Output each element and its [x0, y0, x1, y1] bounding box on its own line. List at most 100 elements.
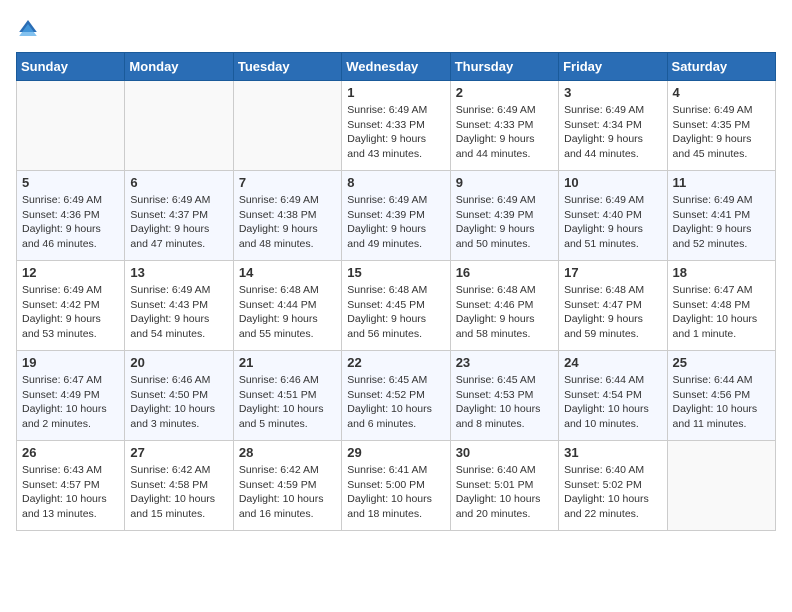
day-info: Sunrise: 6:42 AM Sunset: 4:58 PM Dayligh… — [130, 463, 227, 522]
calendar-cell: 31Sunrise: 6:40 AM Sunset: 5:02 PM Dayli… — [559, 441, 667, 531]
week-row-4: 19 Sunrise: 6:47 AM Sunset: 4:49 PM Dayli… — [17, 351, 776, 441]
day-info: Sunrise: 6:46 AM Sunset: 4:50 PM Dayligh… — [130, 373, 227, 432]
day-number: 15 — [347, 265, 444, 280]
day-info: Sunrise: 6:49 AM Sunset: 4:43 PM Dayligh… — [130, 283, 227, 342]
calendar-cell: 13Sunrise: 6:49 AM Sunset: 4:43 PM Dayli… — [125, 261, 233, 351]
calendar-cell: 21 Sunrise: 6:46 AM Sunset: 4:51 PM Dayli… — [233, 351, 341, 441]
calendar-cell: 27Sunrise: 6:42 AM Sunset: 4:58 PM Dayli… — [125, 441, 233, 531]
day-info: Sunrise: 6:49 AM Sunset: 4:33 PM Dayligh… — [456, 103, 553, 162]
page-header — [16, 16, 776, 40]
calendar-cell: 6 Sunrise: 6:49 AM Sunset: 4:37 PM Daylig… — [125, 171, 233, 261]
day-number: 12 — [22, 265, 119, 280]
calendar-cell: 14 Sunrise: 6:48 AM Sunset: 4:44 PM Dayli… — [233, 261, 341, 351]
calendar-cell — [17, 81, 125, 171]
day-number: 23 — [456, 355, 553, 370]
calendar-table: SundayMondayTuesdayWednesdayThursdayFrid… — [16, 52, 776, 531]
week-row-5: 26 Sunrise: 6:43 AM Sunset: 4:57 PM Dayli… — [17, 441, 776, 531]
day-number: 22 — [347, 355, 444, 370]
calendar-cell: 8Sunrise: 6:49 AM Sunset: 4:39 PM Daylig… — [342, 171, 450, 261]
day-info: Sunrise: 6:47 AM Sunset: 4:49 PM Dayligh… — [22, 373, 119, 432]
calendar-cell: 2 Sunrise: 6:49 AM Sunset: 4:33 PM Daylig… — [450, 81, 558, 171]
day-number: 28 — [239, 445, 336, 460]
header-row: SundayMondayTuesdayWednesdayThursdayFrid… — [17, 53, 776, 81]
day-header-sunday: Sunday — [17, 53, 125, 81]
day-number: 20 — [130, 355, 227, 370]
day-info: Sunrise: 6:42 AM Sunset: 4:59 PM Dayligh… — [239, 463, 336, 522]
day-number: 10 — [564, 175, 661, 190]
calendar-cell — [667, 441, 775, 531]
calendar-cell: 15Sunrise: 6:48 AM Sunset: 4:45 PM Dayli… — [342, 261, 450, 351]
day-number: 18 — [673, 265, 770, 280]
day-info: Sunrise: 6:40 AM Sunset: 5:01 PM Dayligh… — [456, 463, 553, 522]
day-info: Sunrise: 6:46 AM Sunset: 4:51 PM Dayligh… — [239, 373, 336, 432]
calendar-cell: 19 Sunrise: 6:47 AM Sunset: 4:49 PM Dayli… — [17, 351, 125, 441]
day-number: 9 — [456, 175, 553, 190]
day-number: 3 — [564, 85, 661, 100]
day-number: 11 — [673, 175, 770, 190]
day-info: Sunrise: 6:49 AM Sunset: 4:36 PM Dayligh… — [22, 193, 119, 252]
day-info: Sunrise: 6:49 AM Sunset: 4:37 PM Dayligh… — [130, 193, 227, 252]
calendar-cell: 22 Sunrise: 6:45 AM Sunset: 4:52 PM Dayli… — [342, 351, 450, 441]
day-number: 24 — [564, 355, 661, 370]
calendar-cell: 26 Sunrise: 6:43 AM Sunset: 4:57 PM Dayli… — [17, 441, 125, 531]
calendar-cell: 9 Sunrise: 6:49 AM Sunset: 4:39 PM Daylig… — [450, 171, 558, 261]
day-info: Sunrise: 6:49 AM Sunset: 4:39 PM Dayligh… — [456, 193, 553, 252]
day-info: Sunrise: 6:49 AM Sunset: 4:42 PM Dayligh… — [22, 283, 119, 342]
day-header-monday: Monday — [125, 53, 233, 81]
calendar-cell — [233, 81, 341, 171]
day-info: Sunrise: 6:47 AM Sunset: 4:48 PM Dayligh… — [673, 283, 770, 342]
calendar-cell: 4Sunrise: 6:49 AM Sunset: 4:35 PM Daylig… — [667, 81, 775, 171]
day-number: 25 — [673, 355, 770, 370]
day-header-tuesday: Tuesday — [233, 53, 341, 81]
calendar-cell: 28 Sunrise: 6:42 AM Sunset: 4:59 PM Dayli… — [233, 441, 341, 531]
day-info: Sunrise: 6:48 AM Sunset: 4:47 PM Dayligh… — [564, 283, 661, 342]
calendar-cell: 16 Sunrise: 6:48 AM Sunset: 4:46 PM Dayli… — [450, 261, 558, 351]
calendar-cell: 20 Sunrise: 6:46 AM Sunset: 4:50 PM Dayli… — [125, 351, 233, 441]
calendar-cell: 3 Sunrise: 6:49 AM Sunset: 4:34 PM Daylig… — [559, 81, 667, 171]
day-number: 8 — [347, 175, 444, 190]
calendar-cell: 24Sunrise: 6:44 AM Sunset: 4:54 PM Dayli… — [559, 351, 667, 441]
day-info: Sunrise: 6:49 AM Sunset: 4:35 PM Dayligh… — [673, 103, 770, 162]
day-info: Sunrise: 6:45 AM Sunset: 4:52 PM Dayligh… — [347, 373, 444, 432]
calendar-cell: 18 Sunrise: 6:47 AM Sunset: 4:48 PM Dayli… — [667, 261, 775, 351]
day-info: Sunrise: 6:41 AM Sunset: 5:00 PM Dayligh… — [347, 463, 444, 522]
calendar-cell — [125, 81, 233, 171]
calendar-cell: 25Sunrise: 6:44 AM Sunset: 4:56 PM Dayli… — [667, 351, 775, 441]
day-info: Sunrise: 6:49 AM Sunset: 4:38 PM Dayligh… — [239, 193, 336, 252]
day-number: 19 — [22, 355, 119, 370]
calendar-cell: 11 Sunrise: 6:49 AM Sunset: 4:41 PM Dayli… — [667, 171, 775, 261]
week-row-3: 12 Sunrise: 6:49 AM Sunset: 4:42 PM Dayli… — [17, 261, 776, 351]
day-number: 6 — [130, 175, 227, 190]
day-header-thursday: Thursday — [450, 53, 558, 81]
calendar-cell: 7 Sunrise: 6:49 AM Sunset: 4:38 PM Daylig… — [233, 171, 341, 261]
week-row-2: 5Sunrise: 6:49 AM Sunset: 4:36 PM Daylig… — [17, 171, 776, 261]
day-number: 1 — [347, 85, 444, 100]
week-row-1: 1 Sunrise: 6:49 AM Sunset: 4:33 PM Daylig… — [17, 81, 776, 171]
logo — [16, 16, 44, 40]
day-number: 26 — [22, 445, 119, 460]
day-number: 17 — [564, 265, 661, 280]
day-info: Sunrise: 6:49 AM Sunset: 4:41 PM Dayligh… — [673, 193, 770, 252]
day-number: 21 — [239, 355, 336, 370]
day-number: 14 — [239, 265, 336, 280]
calendar-cell: 1Sunrise: 6:49 AM Sunset: 4:33 PM Daylig… — [342, 81, 450, 171]
calendar-cell: 12 Sunrise: 6:49 AM Sunset: 4:42 PM Dayli… — [17, 261, 125, 351]
calendar-cell: 30Sunrise: 6:40 AM Sunset: 5:01 PM Dayli… — [450, 441, 558, 531]
day-info: Sunrise: 6:49 AM Sunset: 4:40 PM Dayligh… — [564, 193, 661, 252]
logo-icon — [16, 16, 40, 40]
calendar-cell: 23 Sunrise: 6:45 AM Sunset: 4:53 PM Dayli… — [450, 351, 558, 441]
calendar-cell: 10 Sunrise: 6:49 AM Sunset: 4:40 PM Dayli… — [559, 171, 667, 261]
day-info: Sunrise: 6:48 AM Sunset: 4:46 PM Dayligh… — [456, 283, 553, 342]
day-info: Sunrise: 6:48 AM Sunset: 4:44 PM Dayligh… — [239, 283, 336, 342]
calendar-cell: 5Sunrise: 6:49 AM Sunset: 4:36 PM Daylig… — [17, 171, 125, 261]
day-number: 2 — [456, 85, 553, 100]
day-header-wednesday: Wednesday — [342, 53, 450, 81]
day-number: 29 — [347, 445, 444, 460]
day-info: Sunrise: 6:45 AM Sunset: 4:53 PM Dayligh… — [456, 373, 553, 432]
day-info: Sunrise: 6:49 AM Sunset: 4:34 PM Dayligh… — [564, 103, 661, 162]
day-number: 7 — [239, 175, 336, 190]
day-number: 16 — [456, 265, 553, 280]
calendar-cell: 29 Sunrise: 6:41 AM Sunset: 5:00 PM Dayli… — [342, 441, 450, 531]
day-info: Sunrise: 6:43 AM Sunset: 4:57 PM Dayligh… — [22, 463, 119, 522]
day-info: Sunrise: 6:40 AM Sunset: 5:02 PM Dayligh… — [564, 463, 661, 522]
